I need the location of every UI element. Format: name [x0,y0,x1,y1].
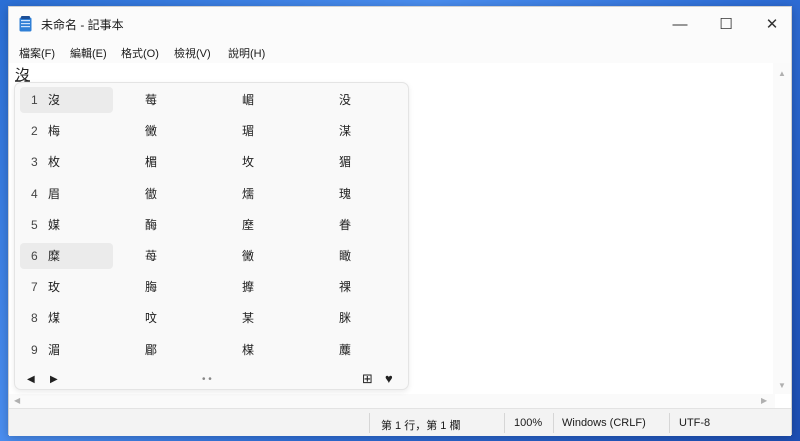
scroll-up-icon[interactable]: ▲ [778,69,786,78]
candidate-item[interactable]: 苺 [145,243,157,269]
scroll-left-icon[interactable]: ◀ [14,396,20,405]
status-divider [553,413,554,433]
candidate-item[interactable]: 蘪 [339,337,351,363]
candidate-item[interactable]: 嵋 [242,87,254,113]
status-bar: 第 1 行，第 1 欄 100% Windows (CRLF) UTF-8 [9,408,791,436]
menu-file[interactable]: 檔案(F) [19,45,55,61]
status-divider [504,413,505,433]
candidate-number: 6 [31,249,38,263]
candidate-item[interactable]: 糜 [48,243,60,269]
candidate-item[interactable]: 媒 [48,212,60,238]
window-title: 未命名 - 記事本 [41,18,124,32]
candidate-item[interactable]: 擵 [242,274,254,300]
candidate-item[interactable]: 楣 [145,149,157,175]
candidate-item[interactable]: 祼 [339,274,351,300]
candidate-item[interactable]: 酶 [145,212,157,238]
candidate-item[interactable]: 瑰 [339,181,351,207]
page-indicator: • • [202,374,212,385]
candidate-item[interactable]: 湈 [339,118,351,144]
candidate-item[interactable]: 脢 [145,274,157,300]
candidate-item[interactable]: 瑂 [242,118,254,144]
candidate-number: 2 [31,124,38,139]
menu-edit[interactable]: 編輯(E) [70,45,107,61]
menu-bar: 檔案(F) 編輯(E) 格式(O) 檢視(V) 說明(H) [9,41,791,63]
candidate-item[interactable]: 坆 [242,149,254,175]
candidate-item[interactable]: 湄 [48,337,60,363]
status-divider [369,413,370,433]
scroll-right-icon[interactable]: ▶ [761,396,767,405]
candidate-item[interactable]: 煤 [48,305,60,331]
favorite-icon[interactable]: ♥ [385,371,393,386]
status-divider [669,413,670,433]
candidate-item[interactable]: 某 [242,305,254,331]
candidate-item[interactable]: 塺 [242,212,254,238]
candidate-item[interactable]: 眷 [339,212,351,238]
candidate-number: 1 [31,93,38,107]
candidate-item[interactable]: 眉 [48,181,60,207]
candidate-item[interactable]: 瞰 [339,243,351,269]
candidate-item[interactable]: 猸 [339,149,351,175]
candidate-number: 8 [31,311,38,326]
menu-format[interactable]: 格式(O) [121,45,159,61]
candidate-item[interactable]: 玫 [48,274,60,300]
cursor-position: 第 1 行，第 1 欄 [381,420,461,432]
line-ending: Windows (CRLF) [562,417,646,429]
candidate-item[interactable]: 枚 [48,149,60,175]
ime-candidate-panel: ◀ ▶ • • ⊞ ♥ 1沒莓嵋没2梅黴瑂湈3枚楣坆猸4眉徾燸瑰5媒酶塺眷6糜苺… [14,82,409,390]
candidate-item[interactable]: 呅 [145,305,157,331]
candidate-item[interactable]: 脒 [339,305,351,331]
candidate-number: 5 [31,217,38,232]
candidate-number: 4 [31,186,38,201]
expand-table-icon[interactable]: ⊞ [362,371,373,387]
next-page-icon[interactable]: ▶ [50,374,58,385]
minimize-button[interactable]: — [657,7,703,41]
candidate-number: 7 [31,280,38,295]
candidate-item[interactable]: 莓 [145,87,157,113]
candidate-number: 9 [31,342,38,357]
notepad-icon [19,16,32,32]
zoom-level: 100% [514,417,543,429]
candidate-item[interactable]: 沒 [48,87,60,113]
candidate-item[interactable]: 郿 [145,337,157,363]
candidate-item[interactable]: 黴 [242,243,254,269]
close-button[interactable]: ✕ [749,7,795,41]
menu-help[interactable]: 說明(H) [228,45,265,61]
candidate-item[interactable]: 没 [339,87,351,113]
menu-view[interactable]: 檢視(V) [174,45,211,61]
candidate-item[interactable]: 燸 [242,181,254,207]
maximize-button[interactable]: ☐ [703,7,749,41]
candidate-item[interactable]: 黴 [145,118,157,144]
title-bar[interactable]: 未命名 - 記事本 — ☐ ✕ [9,7,791,41]
candidate-item[interactable]: 梅 [48,118,60,144]
horizontal-scrollbar[interactable]: ◀ ▶ [9,394,775,408]
vertical-scrollbar[interactable]: ▲ ▼ [773,63,791,394]
scroll-down-icon[interactable]: ▼ [778,381,786,390]
candidate-item[interactable]: 徾 [145,181,157,207]
prev-page-icon[interactable]: ◀ [27,374,35,385]
encoding: UTF-8 [679,417,711,429]
candidate-item[interactable]: 楳 [242,337,254,363]
candidate-number: 3 [31,155,38,170]
